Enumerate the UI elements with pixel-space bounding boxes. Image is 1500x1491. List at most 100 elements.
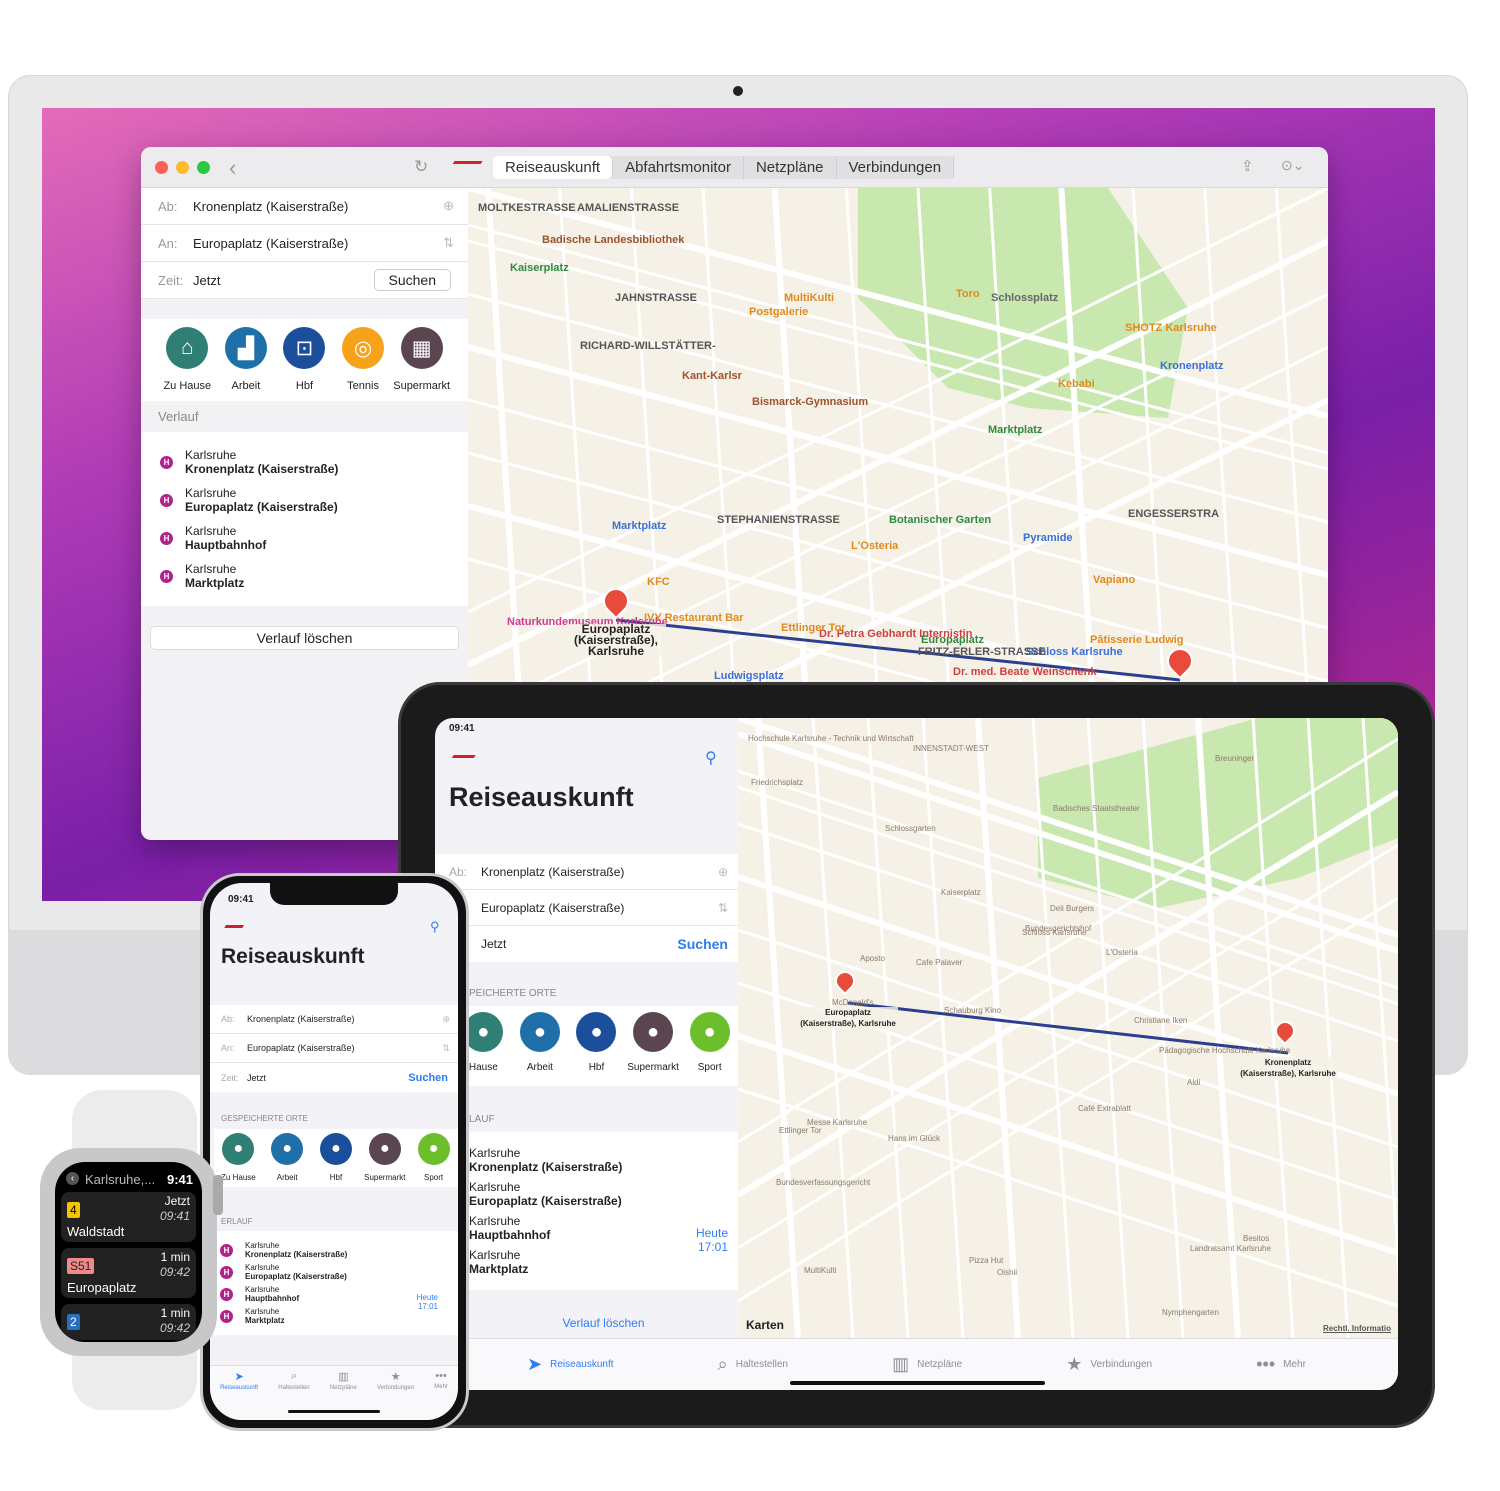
favorite-hbf[interactable]: ⊡ Hbf xyxy=(275,327,334,392)
add-location-icon[interactable]: ⚲ xyxy=(430,919,440,935)
map-label[interactable]: Deli Burgers xyxy=(1050,903,1094,914)
to-field[interactable]: An: Europaplatz (Kaiserstraße) ⇅ xyxy=(141,225,468,262)
map-label[interactable]: Messe Karlsruhe xyxy=(807,1117,867,1128)
favorite-arbeit[interactable]: ▟ Arbeit xyxy=(217,327,276,392)
history-item[interactable]: Karlsruhe Europaplatz (Kaiserstraße) xyxy=(469,1180,738,1208)
map-label[interactable]: Oishii xyxy=(997,1267,1017,1278)
search-button[interactable]: Suchen xyxy=(373,269,451,291)
map-label[interactable]: L'Osteria xyxy=(1106,947,1138,958)
map-label[interactable]: Schauburg Kino xyxy=(944,1005,1001,1016)
tab-netzpläne[interactable]: ▥ Netzpläne xyxy=(892,1354,962,1375)
map-label[interactable]: Marktplatz xyxy=(988,425,1042,436)
map-label[interactable]: L'Osteria xyxy=(851,541,898,552)
to-field[interactable]: An: Europaplatz (Kaiserstraße) ⇅ xyxy=(210,1034,458,1063)
favorite-arbeit[interactable]: ● Arbeit xyxy=(512,1012,569,1086)
from-field[interactable]: Ab: Kronenplatz (Kaiserstraße) ⊕ xyxy=(210,1005,458,1034)
departure-card[interactable]: 4 Jetzt 09:41 Waldstadt xyxy=(61,1192,196,1242)
departure-card[interactable]: 2 1 min 09:42 xyxy=(61,1304,196,1340)
map-label[interactable]: Bundesverfassungsgericht xyxy=(776,1177,870,1188)
map-label[interactable]: MultiKulti xyxy=(784,293,834,304)
map-label[interactable]: Schlossgarten xyxy=(885,823,936,834)
tab-verbindungen[interactable]: ★ Verbindungen xyxy=(377,1370,414,1420)
map-label[interactable]: Schlossplatz xyxy=(991,293,1058,304)
history-item[interactable]: Karlsruhe Marktplatz xyxy=(469,1248,738,1276)
map-label[interactable]: IVY Restaurant Bar xyxy=(644,613,743,624)
time-field[interactable]: Jetzt Suchen xyxy=(435,926,738,962)
map-label[interactable]: Pädagogische Hochschule Karlsruhe xyxy=(1159,1045,1290,1056)
locate-icon[interactable]: ⊕ xyxy=(442,1014,450,1025)
history-item[interactable]: H Karlsruhe Hauptbahnhof Heute 17:01 xyxy=(220,1285,448,1311)
map-label[interactable]: Europaplatz xyxy=(921,635,984,646)
map-label[interactable]: Ludwigsplatz xyxy=(714,671,784,682)
map-label[interactable]: Café Extrablatt xyxy=(1078,1103,1131,1114)
map-label[interactable]: Hochschule Karlsruhe - Technik und Wirts… xyxy=(748,733,914,744)
clear-history-button[interactable]: Verlauf löschen xyxy=(469,1316,738,1330)
map-label[interactable]: Vapiano xyxy=(1093,575,1135,586)
map-label[interactable]: Pizza Hut xyxy=(969,1255,1003,1266)
map-label[interactable]: KFC xyxy=(647,577,670,588)
from-field[interactable]: Ab: Kronenplatz (Kaiserstraße) ⊕ xyxy=(435,854,738,890)
map-label[interactable]: Bundesgerichtshof xyxy=(1025,923,1091,934)
map-label[interactable]: STEPHANIENSTRASSE xyxy=(717,515,840,526)
map-label[interactable]: Badische Landesbibliothek xyxy=(542,235,684,246)
tab-verbindungen[interactable]: ★ Verbindungen xyxy=(1066,1354,1152,1375)
map-label[interactable]: Postgalerie xyxy=(749,307,808,318)
tab-reiseauskunft[interactable]: ➤ Reiseauskunft xyxy=(220,1370,258,1420)
map-label[interactable]: MultiKulti xyxy=(804,1265,836,1276)
map-label[interactable]: Marktplatz xyxy=(612,521,666,532)
map-view[interactable]: Hochschule Karlsruhe - Technik und Wirts… xyxy=(738,718,1398,1338)
zoom-button[interactable] xyxy=(197,161,210,174)
add-location-icon[interactable]: ⚲ xyxy=(705,748,717,768)
map-label[interactable]: Kebabi xyxy=(1058,379,1095,390)
tab-mehr[interactable]: ••• Mehr xyxy=(1256,1354,1306,1375)
map-label[interactable]: Landratsamt Karlsruhe xyxy=(1190,1243,1271,1254)
map-label[interactable]: Kaiserplatz xyxy=(941,887,981,898)
map-label[interactable]: Hans im Glück xyxy=(888,1133,940,1144)
reload-icon[interactable]: ↻ xyxy=(414,157,428,177)
favorite-hbf[interactable]: ● Hbf xyxy=(312,1133,361,1187)
map-label[interactable]: RICHARD-WILLSTÄTTER- xyxy=(580,341,716,352)
map-label[interactable]: Bismarck-Gymnasium xyxy=(752,397,868,408)
map-label[interactable]: Pâtisserie Ludwig xyxy=(1090,635,1184,646)
favorite-zu-hause[interactable]: ⌂ Zu Hause xyxy=(158,327,217,392)
history-item[interactable]: Karlsruhe Kronenplatz (Kaiserstraße) xyxy=(469,1146,738,1174)
map-label[interactable]: Breuninger xyxy=(1215,753,1254,764)
tab-haltestellen[interactable]: ⌕ Haltestellen xyxy=(718,1354,788,1375)
map-label[interactable]: Kronenplatz xyxy=(1160,361,1224,372)
map-label[interactable]: Kaiserplatz xyxy=(510,263,569,274)
history-item[interactable]: H Karlsruhe Hauptbahnhof xyxy=(160,524,449,552)
swap-icon[interactable]: ⇅ xyxy=(443,235,454,251)
map-label[interactable]: Cafe Palaver xyxy=(916,957,962,968)
favorite-supermarkt[interactable]: ● Supermarkt xyxy=(625,1012,682,1086)
map-label[interactable]: MOLTKESTRASSE xyxy=(478,203,576,214)
close-button[interactable] xyxy=(155,161,168,174)
history-item[interactable]: H Karlsruhe Kronenplatz (Kaiserstraße) xyxy=(160,448,449,476)
history-item[interactable]: H Karlsruhe Europaplatz (Kaiserstraße) xyxy=(160,486,449,514)
favorite-arbeit[interactable]: ● Arbeit xyxy=(263,1133,312,1187)
departure-card[interactable]: S51 1 min 09:42 Europaplatz xyxy=(61,1248,196,1298)
map-label[interactable]: Dr. med. Beate Weinschenk xyxy=(953,667,1096,678)
from-field[interactable]: Ab: Kronenplatz (Kaiserstraße) ⊕ xyxy=(141,188,468,225)
favorite-supermarkt[interactable]: ● Supermarkt xyxy=(360,1133,409,1187)
map-label[interactable]: Toro xyxy=(956,289,980,300)
history-item[interactable]: H Karlsruhe Marktplatz xyxy=(160,562,449,590)
tab-reiseauskunft[interactable]: Reiseauskunft xyxy=(493,156,614,179)
map-label[interactable]: JAHNSTRASSE xyxy=(615,293,697,304)
favorite-sport[interactable]: ● Sport xyxy=(681,1012,738,1086)
tab-mehr[interactable]: ••• Mehr xyxy=(434,1370,448,1420)
map-label[interactable]: Christiane Iken xyxy=(1134,1015,1187,1026)
favorite-tennis[interactable]: ◎ Tennis xyxy=(334,327,393,392)
map-label[interactable]: Kant-Karlsr xyxy=(682,371,742,382)
favorite-sport[interactable]: ● Sport xyxy=(409,1133,458,1187)
time-field[interactable]: Zeit: Jetzt Suchen xyxy=(210,1063,458,1092)
back-chevron-icon[interactable]: ‹ xyxy=(229,155,236,181)
minimize-button[interactable] xyxy=(176,161,189,174)
swap-icon[interactable]: ⇅ xyxy=(442,1043,450,1054)
map-label[interactable]: Badisches Staatstheater xyxy=(1053,803,1140,814)
history-item[interactable]: H Karlsruhe Marktplatz xyxy=(220,1307,448,1325)
locate-icon[interactable]: ⊕ xyxy=(718,865,728,879)
time-field[interactable]: Zeit: Jetzt Suchen xyxy=(141,262,468,299)
map-label[interactable]: INNENSTADT-WEST xyxy=(913,743,989,754)
map-label[interactable]: SHOTZ Karlsruhe xyxy=(1125,323,1217,334)
favorite-supermarkt[interactable]: ▦ Supermarkt xyxy=(392,327,451,392)
